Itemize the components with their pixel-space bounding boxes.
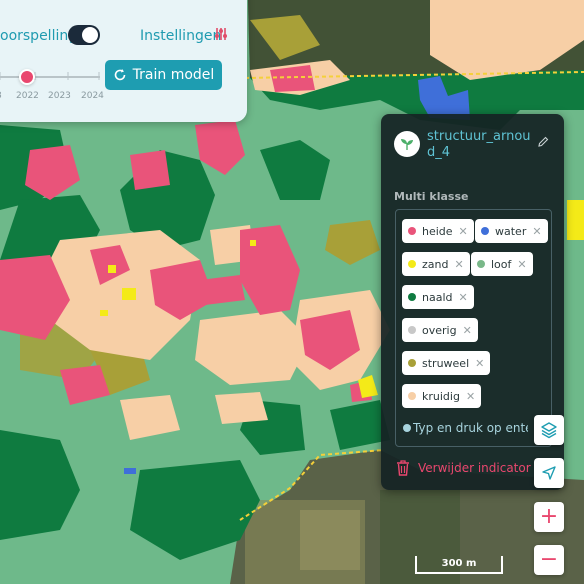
remove-chip-icon[interactable]: ✕ [459, 225, 468, 238]
toggle-knob [82, 27, 98, 43]
chip-label: heide [422, 224, 453, 238]
class-chip-naald: naald ✕ [402, 285, 474, 309]
year-tick-label: 8 [0, 91, 2, 101]
zoom-out-button[interactable]: − [534, 545, 564, 575]
color-dot [408, 326, 416, 334]
year-tick-label: 2023 [48, 91, 71, 101]
input-dot [403, 424, 411, 432]
remove-chip-icon[interactable]: ✕ [517, 258, 526, 271]
chip-label: overig [422, 323, 457, 337]
scale-label: 300 m [441, 558, 477, 569]
class-chip-water: water ✕ [475, 219, 548, 243]
train-model-label: Train model [132, 67, 215, 83]
section-label: Multi klasse [394, 190, 469, 203]
chip-label: kruidig [422, 389, 460, 403]
train-model-button[interactable]: Train model [105, 60, 222, 90]
chip-label: naald [422, 290, 453, 304]
remove-chip-icon[interactable]: ✕ [459, 291, 468, 304]
delete-indicator-button[interactable]: Verwijder indicator [396, 460, 531, 476]
color-dot [408, 392, 416, 400]
indicator-title: structuur_arnoud_4 [427, 129, 531, 160]
class-chip-overig: overig ✕ [402, 318, 478, 342]
pencil-icon[interactable] [537, 136, 549, 152]
scale-bar: 300 m [415, 556, 503, 574]
layers-button[interactable] [534, 415, 564, 445]
forecast-toggle[interactable] [68, 25, 100, 45]
chip-label: water [495, 224, 527, 238]
model-settings-card: oorspelling Instellingen 8 2022 2023 202… [0, 0, 247, 122]
chip-label: zand [422, 257, 449, 271]
delete-indicator-label: Verwijder indicator [418, 461, 531, 475]
refresh-icon [114, 69, 125, 81]
year-slider-handle[interactable] [19, 69, 35, 85]
class-chip-struweel: struweel ✕ [402, 351, 491, 375]
forecast-toggle-label: oorspelling [0, 28, 78, 44]
leaf-icon [394, 131, 420, 157]
year-tick-label: 2022 [16, 91, 39, 101]
color-dot [481, 227, 489, 235]
remove-chip-icon[interactable]: ✕ [463, 324, 472, 337]
year-tick-label: 2024 [81, 91, 104, 101]
color-dot [408, 359, 416, 367]
color-dot [408, 260, 416, 268]
remove-chip-icon[interactable]: ✕ [475, 357, 484, 370]
class-chip-kruidig: kruidig ✕ [402, 384, 482, 408]
settings-link[interactable]: Instellingen [140, 28, 221, 44]
chip-label: loof [491, 257, 512, 271]
color-dot [408, 293, 416, 301]
color-dot [477, 260, 485, 268]
class-chip-zand: zand ✕ [402, 252, 470, 276]
color-dot [408, 227, 416, 235]
year-slider-ticks [0, 72, 100, 80]
navigation-icon [542, 466, 556, 480]
class-chip-heide: heide ✕ [402, 219, 474, 243]
class-input[interactable] [413, 419, 528, 437]
trash-icon [397, 460, 409, 476]
remove-chip-icon[interactable]: ✕ [454, 258, 463, 271]
sliders-icon[interactable] [214, 27, 228, 45]
locate-button[interactable] [534, 458, 564, 488]
remove-chip-icon[interactable]: ✕ [532, 225, 541, 238]
remove-chip-icon[interactable]: ✕ [466, 390, 475, 403]
chip-label: struweel [422, 356, 470, 370]
zoom-in-button[interactable]: + [534, 502, 564, 532]
layers-icon [541, 422, 557, 439]
class-chip-loof: loof ✕ [471, 252, 533, 276]
